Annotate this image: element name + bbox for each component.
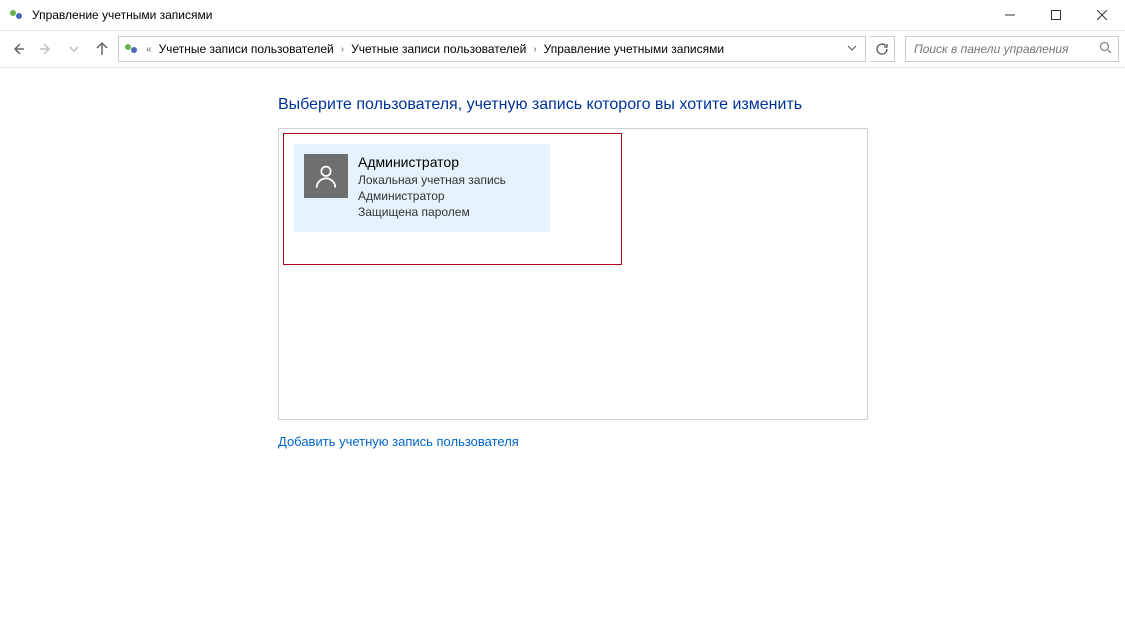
user-role: Администратор (358, 188, 506, 204)
up-button[interactable] (90, 37, 114, 61)
app-icon (8, 7, 24, 23)
close-button[interactable] (1079, 0, 1125, 30)
user-name: Администратор (358, 154, 506, 170)
navigation-bar: « Учетные записи пользователей › Учетные… (0, 30, 1125, 68)
search-box[interactable] (905, 36, 1119, 62)
user-password-status: Защищена паролем (358, 204, 506, 220)
recent-locations-button[interactable] (62, 37, 86, 61)
titlebar: Управление учетными записями (0, 0, 1125, 30)
breadcrumb-item[interactable]: Учетные записи пользователей (349, 42, 528, 56)
user-list: Администратор Локальная учетная запись А… (278, 128, 868, 420)
breadcrumb-dropdown[interactable] (843, 42, 861, 56)
minimize-button[interactable] (987, 0, 1033, 30)
user-account-type: Локальная учетная запись (358, 172, 506, 188)
user-avatar-icon (304, 154, 348, 198)
forward-button[interactable] (34, 37, 58, 61)
chevron-right-icon: › (338, 44, 347, 55)
window-controls (987, 0, 1125, 30)
maximize-button[interactable] (1033, 0, 1079, 30)
page-heading: Выберите пользователя, учетную запись ко… (278, 96, 1105, 114)
content-area: Выберите пользователя, учетную запись ко… (0, 68, 1125, 469)
breadcrumb[interactable]: « Учетные записи пользователей › Учетные… (118, 36, 866, 62)
add-account-link[interactable]: Добавить учетную запись пользователя (278, 434, 519, 449)
breadcrumb-icon (123, 41, 139, 57)
search-input[interactable] (912, 41, 1095, 57)
back-button[interactable] (6, 37, 30, 61)
user-info: Администратор Локальная учетная запись А… (358, 154, 506, 221)
user-tile[interactable]: Администратор Локальная учетная запись А… (294, 144, 550, 232)
search-icon (1099, 41, 1112, 57)
chevron-right-icon: › (530, 44, 539, 55)
breadcrumb-prefix: « (143, 44, 155, 55)
window-title: Управление учетными записями (32, 8, 212, 22)
refresh-button[interactable] (870, 36, 895, 62)
highlight-box: Администратор Локальная учетная запись А… (283, 133, 622, 265)
breadcrumb-item[interactable]: Управление учетными записями (542, 42, 726, 56)
breadcrumb-item[interactable]: Учетные записи пользователей (157, 42, 336, 56)
